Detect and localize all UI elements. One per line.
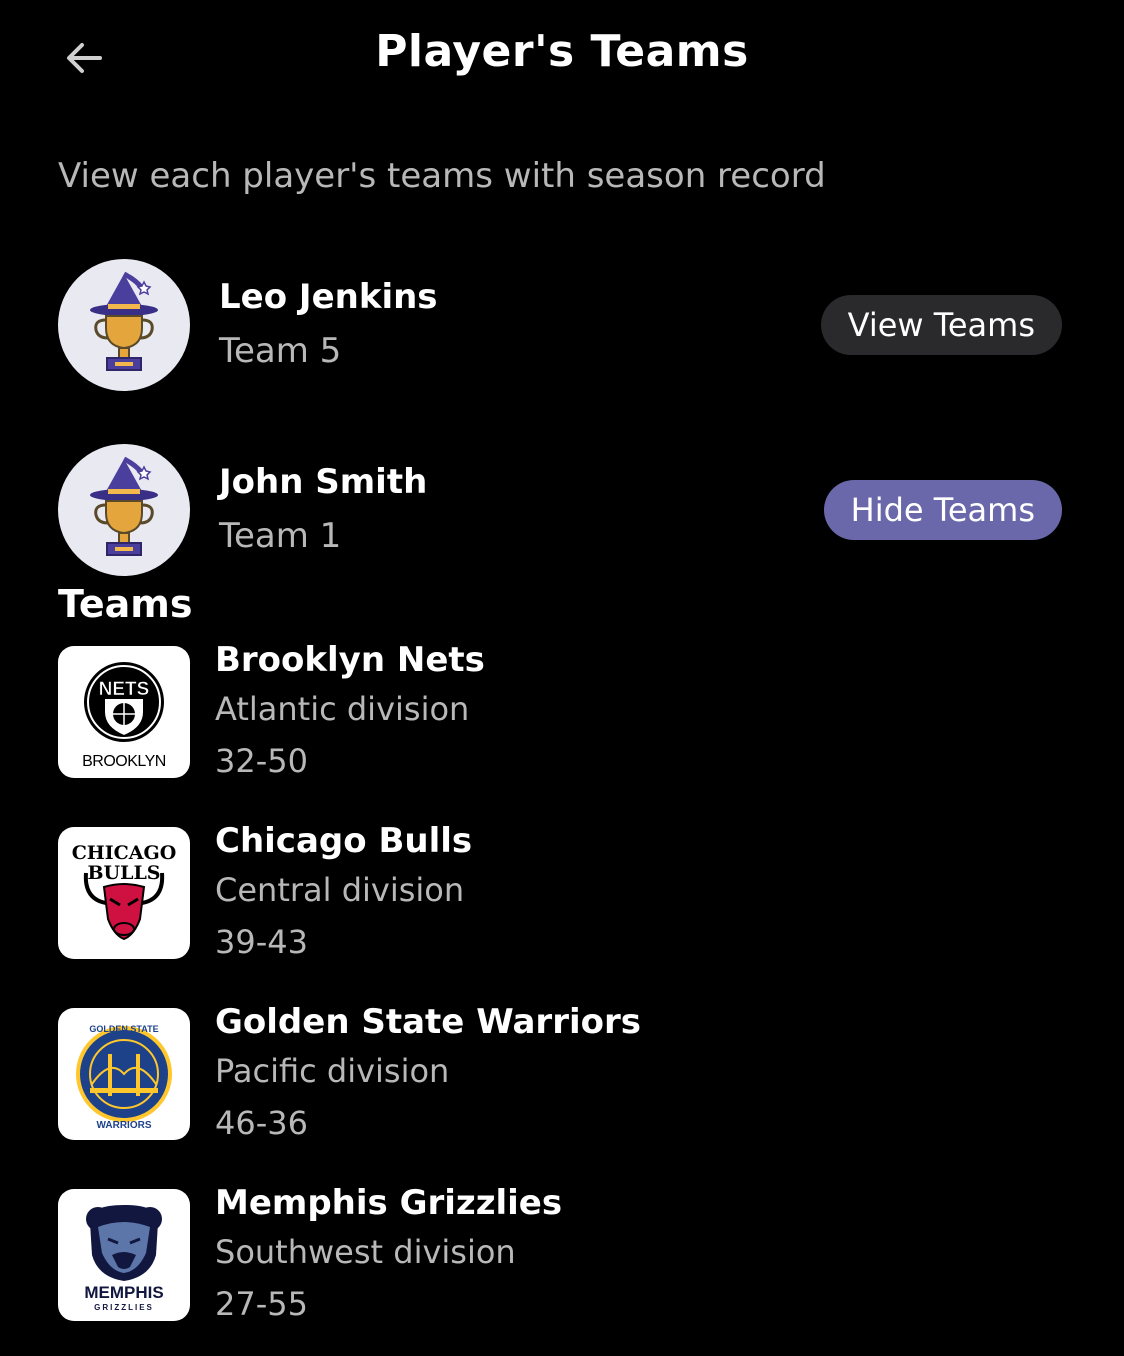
team-record: 32-50 [215, 742, 308, 780]
team-division: Pacific division [215, 1052, 450, 1090]
team-name: Chicago Bulls [215, 821, 473, 861]
brooklyn-nets-logo: NETS BROOKLYN [82, 662, 166, 770]
players-teams-screen: Player's Teams View each player's teams … [0, 0, 1124, 1356]
team-name: Memphis Grizzlies [215, 1183, 563, 1223]
team-division: Southwest division [215, 1233, 516, 1271]
team-record: 27-55 [215, 1285, 308, 1323]
memphis-grizzlies-logo: MEMPHIS GRIZZLIES [84, 1205, 164, 1312]
page-title: Player's Teams [375, 26, 749, 77]
team-logo: CHICAGO BULLS [58, 827, 190, 959]
chicago-bulls-logo: CHICAGO BULLS [72, 842, 177, 941]
team-logo: NETS BROOKLYN [58, 646, 190, 778]
player-team: Team 1 [219, 516, 342, 556]
team-name: Brooklyn Nets [215, 640, 485, 680]
player-row: John Smith Team 1 Hide Teams [58, 444, 1062, 576]
wizard-trophy-icon [90, 456, 158, 556]
player-avatar [58, 259, 190, 391]
player-name: John Smith [219, 462, 428, 502]
player-name: Leo Jenkins [219, 277, 438, 317]
team-row[interactable]: GOLDEN STATE WARRIORS Golden State Warri… [58, 1002, 1062, 1142]
team-row[interactable]: NETS BROOKLYN Brooklyn Nets Atlantic div… [58, 640, 1062, 780]
team-row[interactable]: MEMPHIS GRIZZLIES Memphis Grizzlies Sout… [58, 1183, 1062, 1323]
svg-text:BULLS: BULLS [87, 862, 160, 884]
player-avatar [58, 444, 190, 576]
svg-text:CHICAGO: CHICAGO [72, 842, 177, 864]
team-logo: GOLDEN STATE WARRIORS [58, 1008, 190, 1140]
svg-text:WARRIORS: WARRIORS [97, 1120, 152, 1131]
team-division: Atlantic division [215, 690, 470, 728]
team-name: Golden State Warriors [215, 1002, 641, 1042]
svg-text:BROOKLYN: BROOKLYN [82, 753, 166, 770]
view-teams-button[interactable]: View Teams [820, 295, 1062, 355]
team-logo: MEMPHIS GRIZZLIES [58, 1189, 190, 1321]
svg-text:MEMPHIS: MEMPHIS [84, 1283, 163, 1302]
player-team: Team 5 [219, 331, 342, 371]
team-record: 46-36 [215, 1104, 308, 1142]
teams-heading: Teams [58, 582, 193, 626]
page-subtitle: View each player's teams with season rec… [58, 156, 826, 196]
header: Player's Teams [0, 0, 1124, 112]
svg-text:GRIZZLIES: GRIZZLIES [94, 1303, 154, 1312]
team-division: Central division [215, 871, 465, 909]
player-row: Leo Jenkins Team 5 View Teams [58, 259, 1062, 391]
team-row[interactable]: CHICAGO BULLS Chicago Bulls Central divi… [58, 821, 1062, 961]
wizard-trophy-icon [90, 271, 158, 371]
golden-state-warriors-logo: GOLDEN STATE WARRIORS [76, 1024, 172, 1131]
hide-teams-button[interactable]: Hide Teams [823, 480, 1062, 540]
team-record: 39-43 [215, 923, 308, 961]
svg-text:GOLDEN STATE: GOLDEN STATE [89, 1024, 158, 1034]
svg-text:NETS: NETS [99, 679, 150, 700]
